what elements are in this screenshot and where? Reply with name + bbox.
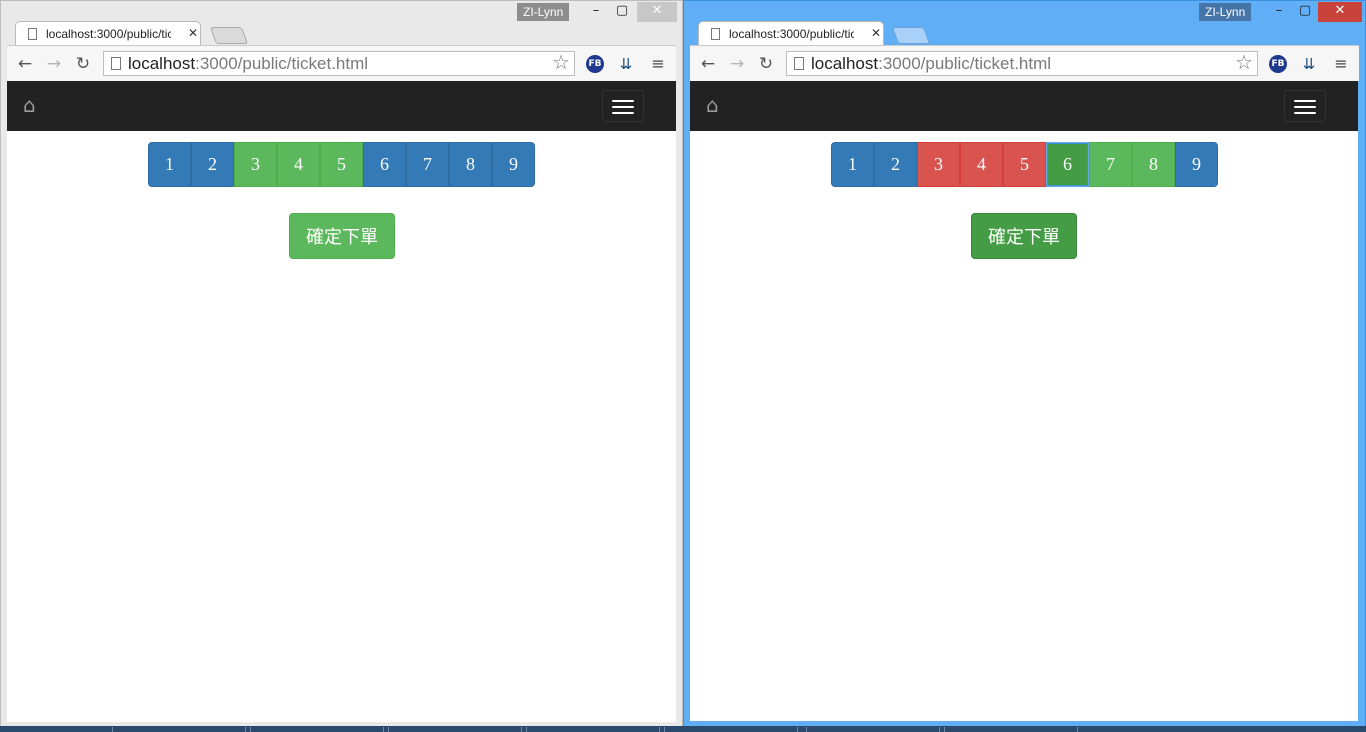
- maximize-icon[interactable]: ▢: [609, 2, 635, 22]
- site-navbar: ⌂: [7, 81, 676, 131]
- download-extension-icon[interactable]: ⇊: [1300, 55, 1318, 73]
- url-host: localhost: [811, 54, 879, 73]
- taskbar-item[interactable]: [388, 727, 522, 732]
- seat-button-4[interactable]: 4: [277, 142, 320, 187]
- tab-title: localhost:3000/public/tic: [46, 27, 171, 41]
- browser-window-right: ZI-Lynn – ▢ ✕ localhost:3000/public/tic …: [683, 0, 1366, 727]
- seat-button-group: 123456789: [148, 142, 535, 187]
- confirm-order-button[interactable]: 確定下單: [971, 213, 1077, 259]
- browser-toolbar: ← → ↻ localhost:3000/public/ticket.html …: [690, 45, 1359, 81]
- page-viewport: ⌂ 123456789 確定下單: [7, 81, 676, 722]
- forward-arrow-icon[interactable]: →: [727, 54, 747, 74]
- seat-button-group: 123456789: [831, 142, 1218, 187]
- back-arrow-icon[interactable]: ←: [698, 54, 718, 74]
- tab-close-icon[interactable]: ✕: [188, 26, 198, 40]
- confirm-order-button[interactable]: 確定下單: [289, 213, 395, 259]
- seat-button-3[interactable]: 3: [917, 142, 960, 187]
- chrome-menu-icon[interactable]: ≡: [649, 55, 667, 73]
- close-window-icon[interactable]: ✕: [637, 2, 677, 22]
- profile-name-badge[interactable]: ZI-Lynn: [1199, 3, 1252, 21]
- new-tab-button[interactable]: [209, 27, 249, 44]
- tab-title: localhost:3000/public/tic: [729, 27, 854, 41]
- page-icon: [711, 28, 720, 40]
- download-extension-icon[interactable]: ⇊: [617, 55, 635, 73]
- url-path: :3000/public/ticket.html: [878, 54, 1052, 73]
- hamburger-menu-icon[interactable]: [602, 90, 644, 122]
- taskbar-item[interactable]: [250, 727, 384, 732]
- chrome-menu-icon[interactable]: ≡: [1332, 55, 1350, 73]
- seat-button-7[interactable]: 7: [406, 142, 449, 187]
- taskbar-item[interactable]: [944, 727, 1078, 732]
- taskbar-item[interactable]: [806, 727, 940, 732]
- seat-button-9[interactable]: 9: [492, 142, 535, 187]
- address-bar[interactable]: localhost:3000/public/ticket.html ☆: [786, 51, 1258, 76]
- seat-button-4[interactable]: 4: [960, 142, 1003, 187]
- bookmark-star-icon[interactable]: ☆: [1235, 52, 1253, 74]
- page-icon: [28, 28, 37, 40]
- seat-button-2[interactable]: 2: [874, 142, 917, 187]
- maximize-icon[interactable]: ▢: [1292, 2, 1318, 22]
- taskbar-item[interactable]: [664, 727, 798, 732]
- hamburger-menu-icon[interactable]: [1284, 90, 1326, 122]
- page-viewport: ⌂ 123456789 確定下單: [690, 81, 1358, 721]
- close-window-icon[interactable]: ✕: [1318, 2, 1362, 22]
- seat-button-3[interactable]: 3: [234, 142, 277, 187]
- home-icon[interactable]: ⌂: [23, 95, 43, 115]
- minimize-icon[interactable]: –: [1266, 2, 1292, 22]
- page-info-icon[interactable]: [794, 57, 804, 70]
- seat-button-5[interactable]: 5: [1003, 142, 1046, 187]
- seat-button-9[interactable]: 9: [1175, 142, 1218, 187]
- seat-button-1[interactable]: 1: [831, 142, 874, 187]
- minimize-icon[interactable]: –: [583, 2, 609, 22]
- seat-button-7[interactable]: 7: [1089, 142, 1132, 187]
- seat-button-2[interactable]: 2: [191, 142, 234, 187]
- seat-button-6[interactable]: 6: [363, 142, 406, 187]
- url-path: :3000/public/ticket.html: [195, 54, 369, 73]
- fb-extension-icon[interactable]: FB: [586, 55, 604, 73]
- url-host: localhost: [128, 54, 196, 73]
- seat-button-5[interactable]: 5: [320, 142, 363, 187]
- address-bar[interactable]: localhost:3000/public/ticket.html ☆: [103, 51, 575, 76]
- home-icon[interactable]: ⌂: [706, 95, 726, 115]
- forward-arrow-icon[interactable]: →: [44, 54, 64, 74]
- fb-extension-icon[interactable]: FB: [1269, 55, 1287, 73]
- bookmark-star-icon[interactable]: ☆: [552, 52, 570, 74]
- seat-button-8[interactable]: 8: [1132, 142, 1175, 187]
- seat-button-1[interactable]: 1: [148, 142, 191, 187]
- reload-icon[interactable]: ↻: [756, 54, 776, 74]
- reload-icon[interactable]: ↻: [73, 54, 93, 74]
- seat-button-6[interactable]: 6: [1046, 142, 1089, 187]
- back-arrow-icon[interactable]: ←: [15, 54, 35, 74]
- taskbar-item[interactable]: [526, 727, 660, 732]
- seat-button-8[interactable]: 8: [449, 142, 492, 187]
- taskbar: [0, 726, 1366, 732]
- browser-toolbar: ← → ↻ localhost:3000/public/ticket.html …: [7, 45, 676, 81]
- new-tab-button[interactable]: [891, 27, 931, 44]
- site-navbar: ⌂: [690, 81, 1358, 131]
- browser-tab[interactable]: localhost:3000/public/tic ✕: [698, 21, 884, 46]
- page-info-icon[interactable]: [111, 57, 121, 70]
- tab-close-icon[interactable]: ✕: [871, 26, 881, 40]
- profile-name-badge[interactable]: ZI-Lynn: [517, 3, 570, 21]
- taskbar-item[interactable]: [112, 727, 246, 732]
- browser-tab[interactable]: localhost:3000/public/tic ✕: [15, 21, 201, 46]
- browser-window-left: ZI-Lynn – ▢ ✕ localhost:3000/public/tic …: [0, 0, 683, 727]
